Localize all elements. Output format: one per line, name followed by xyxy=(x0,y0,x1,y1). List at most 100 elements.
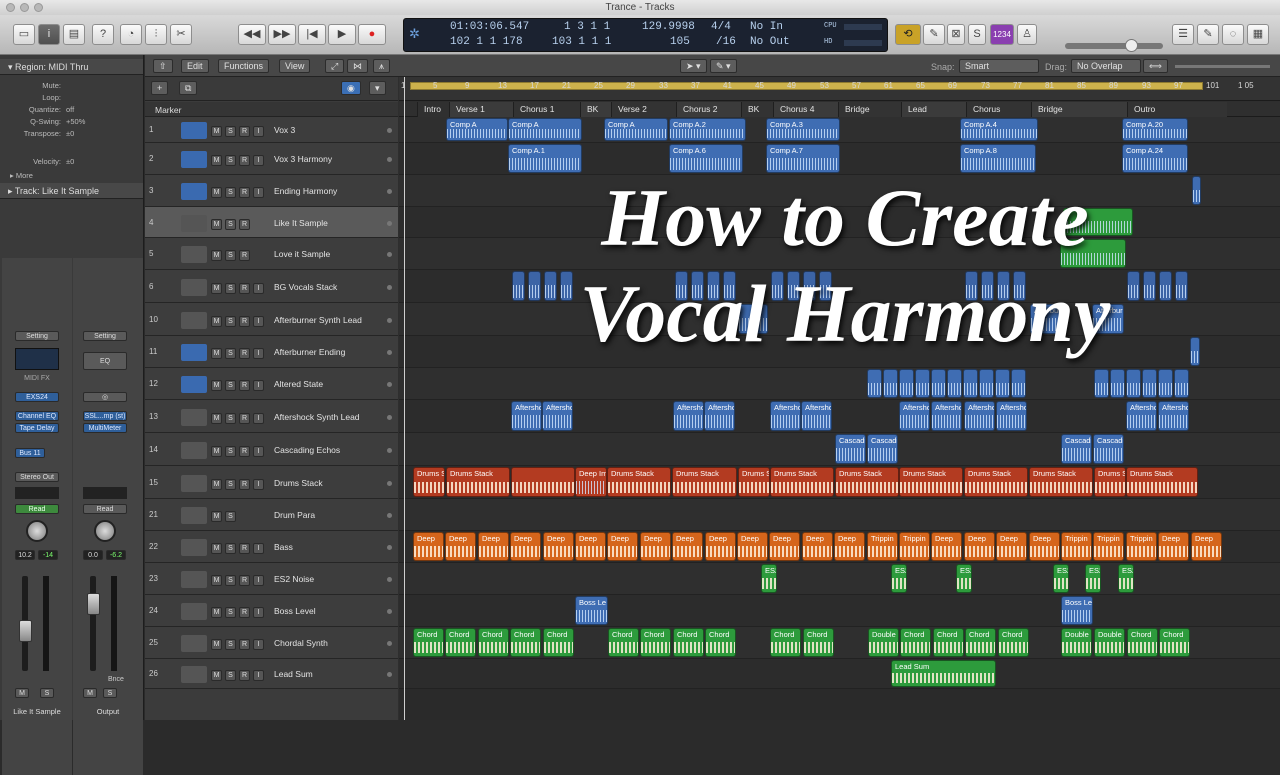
balance-knob[interactable] xyxy=(94,520,116,542)
region[interactable]: Deep xyxy=(996,532,1027,561)
track-s-button[interactable]: S xyxy=(225,316,236,327)
region[interactable] xyxy=(1192,176,1201,205)
region[interactable]: Drums Stack xyxy=(770,467,834,497)
region[interactable]: Deep xyxy=(478,532,509,561)
bounce-label[interactable]: Bnce xyxy=(108,676,124,683)
region[interactable]: ES2 xyxy=(956,564,972,593)
track-header[interactable]: 23 M S R I ES2 Noise xyxy=(145,563,398,595)
track-m-button[interactable]: M xyxy=(211,479,222,490)
track-i-button[interactable]: I xyxy=(253,543,264,554)
track-header[interactable]: 15 M S R I Drums Stack xyxy=(145,466,398,499)
inspector-row[interactable]: Quantize: off xyxy=(0,105,143,117)
volume-fader-track[interactable] xyxy=(90,576,96,671)
setting-button[interactable]: Setting xyxy=(15,331,59,341)
track-s-button[interactable]: S xyxy=(225,575,236,586)
lcd-display[interactable]: ✲ 01:03:06.547 102 1 1 178 1 3 1 1 103 1… xyxy=(403,18,888,52)
drag-select[interactable]: No Overlap xyxy=(1071,59,1141,73)
autopunch-button[interactable]: ✎ xyxy=(923,24,945,45)
view-menu[interactable]: View xyxy=(279,59,311,73)
track-m-button[interactable]: M xyxy=(211,348,222,359)
track-name[interactable]: Lead Sum xyxy=(274,669,313,679)
track-s-button[interactable]: S xyxy=(225,670,236,681)
automation-mode[interactable]: Read xyxy=(15,504,59,514)
track-header[interactable]: 5 M S R Love it Sample xyxy=(145,238,398,270)
region[interactable]: Chord xyxy=(1159,628,1190,657)
track-i-button[interactable]: I xyxy=(253,316,264,327)
region[interactable]: Aftersho xyxy=(1126,401,1157,431)
more-disclosure[interactable]: ▸ More xyxy=(10,171,33,180)
marker[interactable]: Verse 1 xyxy=(449,102,513,117)
track-name[interactable]: Drum Para xyxy=(274,510,315,520)
region[interactable]: Deep xyxy=(802,532,833,561)
track-i-button[interactable]: I xyxy=(253,126,264,137)
track-i-button[interactable]: I xyxy=(253,607,264,618)
track-r-button[interactable]: R xyxy=(239,479,250,490)
track-i-button[interactable]: I xyxy=(253,413,264,424)
track-s-button[interactable]: S xyxy=(225,607,236,618)
region[interactable]: Double xyxy=(868,628,899,657)
region[interactable]: Comp A.24 xyxy=(1122,144,1188,173)
track-s-button[interactable]: S xyxy=(225,413,236,424)
mute-button[interactable]: M xyxy=(83,688,97,698)
track-m-button[interactable]: M xyxy=(211,250,222,261)
region[interactable]: Trippin xyxy=(1126,532,1157,561)
region[interactable]: Drums Stack xyxy=(607,467,671,497)
region[interactable]: Deep xyxy=(640,532,671,561)
region[interactable]: Trippin xyxy=(1093,532,1124,561)
region[interactable]: Deep xyxy=(510,532,541,561)
track-m-button[interactable]: M xyxy=(211,187,222,198)
region[interactable]: Deep xyxy=(543,532,574,561)
track-name[interactable]: Vox 3 Harmony xyxy=(274,154,332,164)
region[interactable]: Deep xyxy=(964,532,995,561)
track-s-button[interactable]: S xyxy=(225,348,236,359)
track-icon[interactable] xyxy=(181,603,207,620)
send-slot[interactable]: Bus 11 xyxy=(15,448,45,458)
region[interactable]: Trippin xyxy=(1061,532,1092,561)
region[interactable]: Chord xyxy=(803,628,834,657)
region[interactable]: Chord xyxy=(770,628,801,657)
marker[interactable]: Chorus xyxy=(966,102,1031,117)
track-lane[interactable] xyxy=(399,563,1280,595)
fx-slot-2[interactable]: MultiMeter xyxy=(83,423,127,433)
count-in-button[interactable]: 1234 xyxy=(990,24,1014,45)
go-to-start-button[interactable]: |◀ xyxy=(298,24,326,45)
marker[interactable]: Chorus 1 xyxy=(513,102,580,117)
track-name[interactable]: Aftershock Synth Lead xyxy=(274,412,360,422)
region[interactable]: Aftersho xyxy=(542,401,573,431)
region[interactable]: Lead Sum xyxy=(891,660,996,687)
track-icon[interactable] xyxy=(181,215,207,232)
track-icon[interactable] xyxy=(181,183,207,200)
playhead[interactable] xyxy=(404,77,405,720)
library-button[interactable]: ▭ xyxy=(13,24,35,45)
master-volume-slider[interactable] xyxy=(1065,39,1163,52)
track-r-button[interactable]: R xyxy=(239,543,250,554)
close-window-button[interactable] xyxy=(6,3,15,12)
region[interactable]: Chord xyxy=(673,628,704,657)
region[interactable] xyxy=(1175,271,1188,301)
region[interactable]: Cascadi xyxy=(1061,434,1092,464)
track-i-button[interactable]: I xyxy=(253,283,264,294)
marker[interactable]: Chorus 4 xyxy=(773,102,838,117)
track-r-button[interactable]: R xyxy=(239,446,250,457)
marker[interactable]: BK xyxy=(741,102,773,117)
track-r-button[interactable]: R xyxy=(239,348,250,359)
region[interactable]: Chord xyxy=(900,628,931,657)
track-r-button[interactable]: R xyxy=(239,126,250,137)
track-header[interactable]: 26 M S R I Lead Sum xyxy=(145,659,398,689)
marker[interactable]: Bridge xyxy=(838,102,901,117)
mute-button[interactable]: M xyxy=(15,688,29,698)
region[interactable]: ES2 xyxy=(1053,564,1069,593)
track-lane[interactable] xyxy=(399,499,1280,531)
region[interactable]: Aftersho xyxy=(511,401,542,431)
track-r-button[interactable]: R xyxy=(239,380,250,391)
track-header[interactable]: 1 M S R I Vox 3 xyxy=(145,117,398,143)
region[interactable]: Drums Stack xyxy=(1029,467,1093,497)
track-name[interactable]: Boss Level xyxy=(274,606,316,616)
region[interactable] xyxy=(1190,337,1200,366)
marker[interactable]: BK xyxy=(580,102,611,117)
region[interactable]: Aftersho xyxy=(964,401,995,431)
track-header[interactable]: 10 M S R I Afterburner Synth Lead xyxy=(145,303,398,336)
track-m-button[interactable]: M xyxy=(211,639,222,650)
region[interactable]: Deep xyxy=(737,532,768,561)
track-name[interactable]: Altered State xyxy=(274,379,323,389)
